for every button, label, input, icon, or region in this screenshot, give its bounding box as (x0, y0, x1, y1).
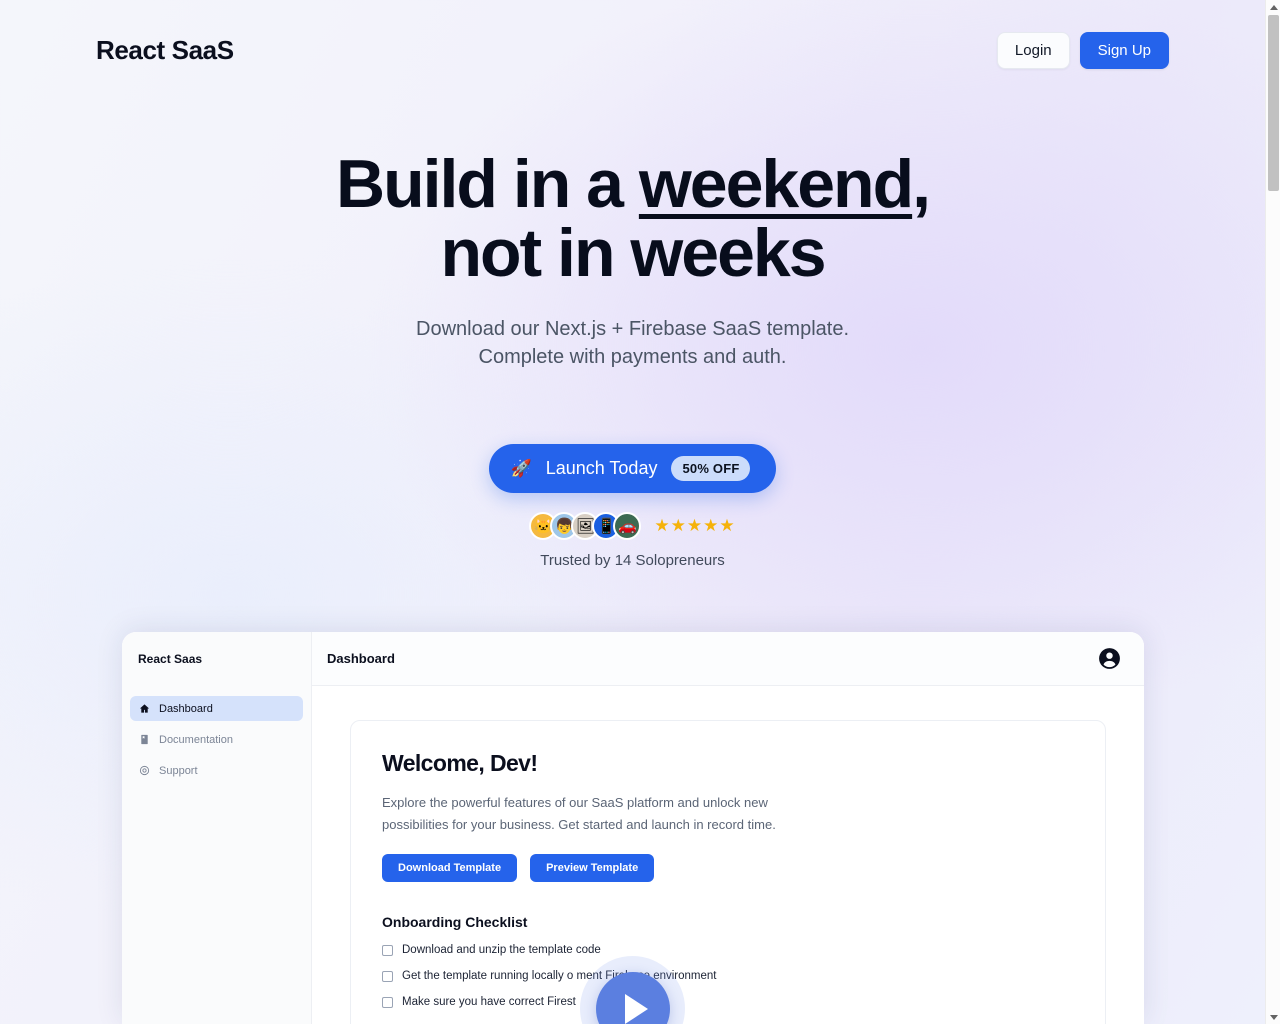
dashboard-sidebar: React Saas Dashboard Documentation Suppo… (122, 632, 312, 1024)
onboarding-checklist-title: Onboarding Checklist (382, 914, 528, 931)
sidebar-item-support[interactable]: Support (130, 758, 303, 783)
dashboard-sidebar-brand: React Saas (138, 652, 203, 666)
checklist-checkbox[interactable] (382, 970, 393, 982)
sidebar-item-documentation[interactable]: Documentation (130, 727, 303, 752)
sidebar-item-label: Documentation (159, 733, 233, 746)
checklist-item: Download and unzip the template code (382, 944, 1074, 956)
home-icon (139, 703, 150, 714)
checklist-item: Make sure you have correct Firest (382, 996, 1074, 1008)
welcome-description: Explore the powerful features of our Saa… (382, 795, 776, 833)
nav-actions: Login Sign Up (996, 31, 1169, 69)
site-brand-logo: React SaaS (96, 34, 234, 65)
scroll-up-arrow-icon[interactable] (1266, 0, 1280, 14)
dashboard-topbar: Dashboard (312, 632, 1144, 686)
landing-page: React SaaS Login Sign Up Build in a week… (0, 0, 1265, 1024)
preview-template-button[interactable]: Preview Template (530, 854, 655, 883)
dashboard-sidebar-nav: Dashboard Documentation Support (122, 686, 311, 783)
sidebar-item-dashboard[interactable]: Dashboard (130, 696, 303, 721)
dashboard-content: Welcome, Dev! Explore the powerful featu… (312, 686, 1144, 1024)
checklist-checkbox[interactable] (382, 996, 393, 1008)
cta-label: Launch Today (545, 458, 658, 478)
play-button[interactable] (595, 971, 670, 1024)
top-navigation-bar: React SaaS Login Sign Up (0, 0, 1265, 100)
login-button[interactable]: Login (996, 31, 1070, 69)
scrollbar-thumb[interactable] (1268, 15, 1279, 191)
rocket-icon: 🚀 (510, 459, 532, 478)
headline-underlined-word: weekend (638, 146, 914, 222)
sidebar-item-label: Support (159, 764, 198, 777)
page-title: Dashboard (327, 651, 395, 666)
headline-part-1: Build in a (335, 146, 639, 222)
avatar-green-car-icon: 🚗 (618, 517, 637, 535)
account-circle-icon[interactable] (1097, 646, 1122, 671)
hero-section: Build in a weekend, not in weeks Download… (0, 149, 1265, 372)
headline-part-2: , (912, 146, 931, 222)
social-proof-section: 🐱 👦 🖼 📱 🚗 ★★★★★ Trusted by 14 Solopreneu… (0, 512, 1265, 569)
cta-container: 🚀 Launch Today 50% OFF (0, 444, 1265, 493)
download-template-button[interactable]: Download Template (382, 854, 518, 883)
social-proof-row: 🐱 👦 🖼 📱 🚗 ★★★★★ (529, 512, 735, 540)
hero-subheadline: Download our Next.js + Firebase SaaS tem… (416, 317, 849, 369)
signup-button[interactable]: Sign Up (1079, 31, 1169, 69)
welcome-card-actions: Download Template Preview Template (382, 854, 1074, 883)
star-rating: ★★★★★ (654, 516, 736, 535)
checklist-item: Get the template running locally o ment … (382, 970, 1074, 982)
play-icon (624, 993, 648, 1024)
vertical-scrollbar[interactable] (1265, 0, 1280, 1024)
checklist-item-label: Make sure you have correct Firest (402, 996, 576, 1009)
hero-headline: Build in a weekend, not in weeks (283, 149, 983, 292)
avatar-group: 🐱 👦 🖼 📱 🚗 (529, 512, 642, 540)
trusted-by-text: Trusted by 14 Solopreneurs (540, 552, 725, 569)
avatar: 🚗 (613, 512, 642, 540)
welcome-card: Welcome, Dev! Explore the powerful featu… (350, 720, 1106, 1024)
scroll-down-arrow-icon[interactable] (1266, 1010, 1280, 1024)
checklist-checkbox[interactable] (382, 944, 393, 956)
discount-badge: 50% OFF (671, 456, 751, 481)
lifebuoy-icon (139, 765, 150, 776)
dashboard-main: Dashboard Welcome, Dev! Explore the powe… (312, 632, 1144, 1024)
launch-today-button[interactable]: 🚀 Launch Today 50% OFF (488, 444, 777, 493)
checklist-item-label: Download and unzip the template code (402, 944, 601, 957)
welcome-title: Welcome, Dev! (382, 750, 538, 776)
book-icon (139, 734, 150, 745)
sidebar-item-label: Dashboard (159, 702, 213, 715)
headline-line-2: not in weeks (440, 215, 826, 292)
